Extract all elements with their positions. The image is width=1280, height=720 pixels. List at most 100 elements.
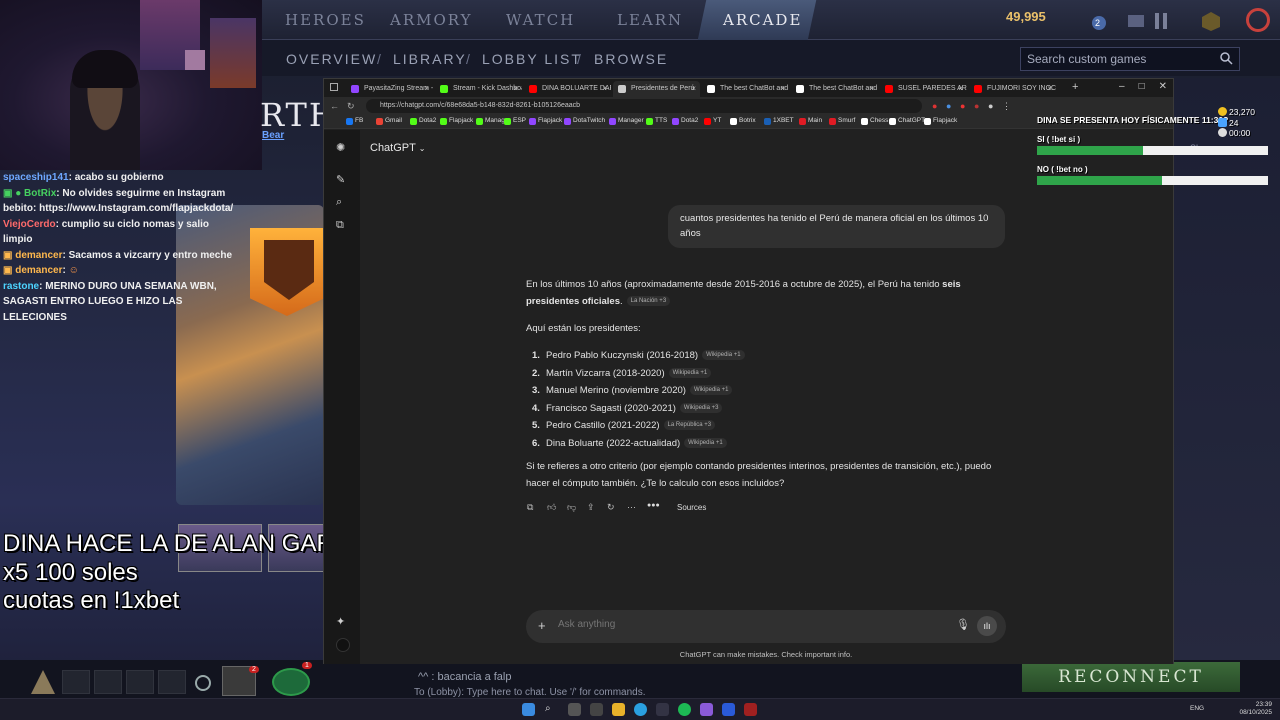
library-icon[interactable]: ⧉ xyxy=(336,219,348,231)
extension-icon[interactable]: ● xyxy=(932,101,937,111)
app-icon[interactable] xyxy=(568,703,581,716)
bookmark-item[interactable]: DotaTwitch xyxy=(564,117,605,125)
avatar[interactable] xyxy=(336,638,350,652)
bookmark-item[interactable]: Dota2 xyxy=(672,117,698,125)
bookmark-item[interactable]: Flapjack xyxy=(529,117,562,125)
refresh-icon[interactable] xyxy=(194,674,212,692)
minimize-icon[interactable]: – xyxy=(1119,81,1125,92)
citation-chip[interactable]: Wikipedia +1 xyxy=(668,367,712,378)
hero-avatar-icon[interactable] xyxy=(28,668,58,698)
app-icon[interactable] xyxy=(700,703,713,716)
app-icon[interactable] xyxy=(590,703,603,716)
model-selector[interactable]: ChatGPT ⌄ xyxy=(370,142,425,154)
browser-tab[interactable]: Presidentes de Perú × xyxy=(613,81,700,97)
reload-icon[interactable]: ↻ xyxy=(347,101,355,112)
party-slot[interactable] xyxy=(94,670,122,694)
folder-icon[interactable] xyxy=(612,703,625,716)
url-field[interactable]: https://chatgpt.com/c/68e68da5-b148-832d… xyxy=(366,99,922,113)
bookmark-item[interactable]: Manager xyxy=(609,117,644,125)
subnav-browse[interactable]: BROWSE xyxy=(594,51,668,67)
tab-close-icon[interactable]: × xyxy=(1047,84,1052,93)
thumbs-up-icon[interactable]: 👍︎ xyxy=(547,502,556,513)
armory-icon[interactable] xyxy=(1150,10,1172,32)
mail-icon[interactable] xyxy=(1125,10,1147,32)
party-slot[interactable] xyxy=(126,670,154,694)
app-icon[interactable] xyxy=(744,703,757,716)
bookmark-item[interactable]: ESP xyxy=(504,117,526,125)
bookmark-item[interactable]: ChatGPT xyxy=(889,117,925,125)
nav-watch[interactable]: WATCH xyxy=(506,11,575,29)
language-indicator[interactable]: ENG xyxy=(1190,705,1204,712)
sources-button[interactable]: Sources xyxy=(677,503,706,512)
party-icon[interactable] xyxy=(1200,10,1222,32)
tab-close-icon[interactable]: × xyxy=(958,84,963,93)
app-icon[interactable] xyxy=(722,703,735,716)
edge-icon[interactable] xyxy=(634,703,647,716)
citation-chip[interactable]: Wikipedia +3 xyxy=(679,402,723,413)
voice-mode-icon[interactable]: ılı xyxy=(977,616,997,636)
citation-chip[interactable]: Wikipedia +1 xyxy=(689,385,733,396)
regenerate-icon[interactable]: ↻ xyxy=(607,502,615,513)
tab-close-icon[interactable]: × xyxy=(691,84,696,93)
subnav-library[interactable]: LIBRARY xyxy=(393,51,467,67)
party-slot[interactable] xyxy=(62,670,90,694)
close-window-icon[interactable]: ✕ xyxy=(1159,81,1167,92)
browser-tab[interactable]: The best ChatBot and × xyxy=(791,81,878,97)
steam-icon[interactable] xyxy=(656,703,669,716)
nav-learn[interactable]: LEARN xyxy=(617,11,683,29)
tab-actions-icon[interactable] xyxy=(330,83,338,91)
extension-icon[interactable]: ● xyxy=(946,101,951,111)
browser-tab[interactable]: FUJIMORI SOY INOCE × xyxy=(969,81,1056,97)
nav-arcade[interactable]: ARCADE xyxy=(723,11,802,29)
microphone-icon[interactable]: 🎙︎ xyxy=(956,618,970,631)
bookmark-item[interactable]: FB xyxy=(346,117,363,125)
plus-icon[interactable]: + xyxy=(538,618,546,633)
search-icon[interactable]: ⌕ xyxy=(336,196,348,208)
chat-bubble-icon[interactable] xyxy=(1090,10,1112,32)
author-link[interactable]: Bear xyxy=(262,130,284,141)
share-icon[interactable]: ⇪ xyxy=(587,502,595,513)
citation-chip[interactable]: Wikipedia +1 xyxy=(684,437,727,448)
nav-heroes[interactable]: HEROES xyxy=(285,11,366,29)
bookmark-item[interactable]: Main xyxy=(799,117,822,125)
bookmark-item[interactable]: Flapjack xyxy=(440,117,473,125)
bookmark-item[interactable]: Chess xyxy=(861,117,888,125)
party-slot[interactable] xyxy=(158,670,186,694)
bookmark-item[interactable]: YT xyxy=(704,117,721,125)
tab-close-icon[interactable]: × xyxy=(424,84,429,93)
citation-chip[interactable]: La República +3 xyxy=(663,420,716,431)
browser-tab[interactable]: The best ChatBot and × xyxy=(702,81,789,97)
new-tab-icon[interactable]: + xyxy=(1072,81,1078,93)
extension-icon[interactable]: ● xyxy=(960,101,965,111)
maximize-icon[interactable]: □ xyxy=(1139,81,1145,92)
menu-icon[interactable]: ⋮ xyxy=(1002,101,1011,112)
tab-close-icon[interactable]: × xyxy=(513,84,518,93)
tab-close-icon[interactable]: × xyxy=(869,84,874,93)
composer-input[interactable] xyxy=(558,619,938,630)
lobby-chat-input[interactable]: To (Lobby): Type here to chat. Use '/' f… xyxy=(414,687,874,698)
bookmark-item[interactable]: 1XBET xyxy=(764,117,794,125)
bookmark-item[interactable]: Flapjack xyxy=(924,117,957,125)
thumbs-down-icon[interactable]: 👎︎ xyxy=(567,502,576,513)
friends-icon[interactable] xyxy=(272,668,310,696)
browser-tab[interactable]: PayasitaZing Stream - × xyxy=(346,81,433,97)
reconnect-button[interactable]: RECONNECT xyxy=(1022,662,1240,692)
bookmark-item[interactable]: Gmail xyxy=(376,117,402,125)
copy-icon[interactable]: ⧉ xyxy=(527,502,533,513)
browser-tab[interactable]: Stream - Kick Dashboa × xyxy=(435,81,522,97)
subnav-lobby-list[interactable]: LOBBY LIST xyxy=(482,51,582,67)
extension-icon[interactable]: ● xyxy=(974,101,979,111)
nav-armory[interactable]: ARMORY xyxy=(390,11,473,29)
bookmark-item[interactable]: Botrix xyxy=(730,117,756,125)
back-icon[interactable]: ← xyxy=(330,101,339,111)
custom-games-search[interactable]: Search custom games xyxy=(1020,47,1240,71)
sparkle-icon[interactable]: ✦ xyxy=(336,615,348,628)
more-icon[interactable]: ⋯ xyxy=(627,502,636,513)
power-icon[interactable] xyxy=(1246,8,1270,32)
tab-close-icon[interactable]: × xyxy=(602,84,607,93)
clock[interactable]: 23:39 08/10/2025 xyxy=(1239,701,1272,717)
start-icon[interactable] xyxy=(522,703,535,716)
bookmark-item[interactable]: Smurf xyxy=(829,117,855,125)
citation-chip[interactable]: Wikipedia +1 xyxy=(702,350,745,361)
browser-tab[interactable]: DINA BOLUARTE DAR × xyxy=(524,81,611,97)
